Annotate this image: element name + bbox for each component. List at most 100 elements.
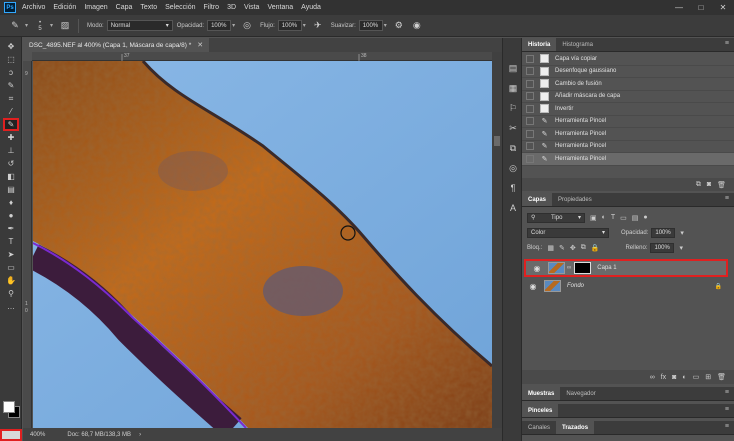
menu-vista[interactable]: Vista xyxy=(244,4,259,11)
snapshot-checkbox[interactable] xyxy=(526,92,534,101)
brush-tool[interactable]: ✎ xyxy=(3,118,19,131)
history-item[interactable]: ✎ Herramienta Pincel xyxy=(522,116,734,128)
healing-tool[interactable]: ✚ xyxy=(3,131,19,144)
tab-capas[interactable]: Capas xyxy=(522,193,553,206)
more-tools[interactable]: … xyxy=(3,300,19,313)
smoothing-field[interactable]: 100% xyxy=(358,20,383,31)
vertical-scrollbar[interactable] xyxy=(492,52,502,428)
chevron-down-icon[interactable]: ▾ xyxy=(50,22,53,29)
mode-select[interactable]: Normal ▾ xyxy=(106,20,173,31)
menu-texto[interactable]: Texto xyxy=(140,4,157,11)
foreground-color-swatch[interactable] xyxy=(3,401,15,413)
eye-icon[interactable]: ◉ xyxy=(526,282,540,291)
tab-muestras[interactable]: Muestras xyxy=(522,387,561,400)
brush-settings-icon[interactable]: ▨ xyxy=(58,19,72,33)
shape-tool[interactable]: ▭ xyxy=(3,261,19,274)
scissors-icon[interactable]: ✂ xyxy=(503,118,523,138)
history-brush-tool[interactable]: ↺ xyxy=(3,157,19,170)
snapshot-checkbox[interactable] xyxy=(526,104,534,113)
blur-tool[interactable]: ♦ xyxy=(3,196,19,209)
filter-toggle-icon[interactable]: ● xyxy=(643,214,647,221)
eyedropper-tool[interactable]: ⁄ xyxy=(3,105,19,118)
zoom-tool[interactable]: ⚲ xyxy=(3,287,19,300)
tab-histograma[interactable]: Histograma xyxy=(556,38,599,51)
snapshot-checkbox[interactable] xyxy=(526,142,534,151)
panel-menu-icon[interactable]: ≡ xyxy=(725,389,729,396)
history-item[interactable]: Desenfoque gaussiano xyxy=(522,66,734,78)
scrollbar-thumb[interactable] xyxy=(494,136,500,146)
panel-menu-icon[interactable]: ≡ xyxy=(725,423,729,430)
layer-mask-thumbnail[interactable] xyxy=(574,262,592,274)
fx-icon[interactable]: fx xyxy=(661,374,666,381)
blend-mode-select[interactable]: Color ▾ xyxy=(527,227,609,238)
gear-icon[interactable]: ⚙ xyxy=(392,19,406,33)
history-item[interactable]: Cambio de fusión xyxy=(522,78,734,91)
layer-opacity-field[interactable]: 100% xyxy=(651,227,676,238)
snapshot-checkbox[interactable] xyxy=(526,117,534,126)
add-mask-icon[interactable]: ◙ xyxy=(672,374,676,381)
menu-ayuda[interactable]: Ayuda xyxy=(301,4,321,11)
tab-historia[interactable]: Historia xyxy=(522,38,557,51)
menu-3d[interactable]: 3D xyxy=(227,4,236,11)
history-item[interactable]: ✎ Herramienta Pincel xyxy=(522,141,734,153)
menu-edicion[interactable]: Edición xyxy=(53,4,76,11)
layer-row-selected[interactable]: ◉ ∞ Capa 1 xyxy=(524,259,728,277)
tab-propiedades[interactable]: Propiedades xyxy=(552,193,598,206)
flow-field[interactable]: 100% xyxy=(277,20,302,31)
airbrush-icon[interactable]: ✈ xyxy=(311,19,325,33)
menu-capa[interactable]: Capa xyxy=(116,4,133,11)
clone-stamp-tool[interactable]: ⊥ xyxy=(3,144,19,157)
opacity-field[interactable]: 100% xyxy=(207,20,232,31)
histogram-icon[interactable]: ▦ xyxy=(503,78,523,98)
layer-row[interactable]: ◉ Fondo 🔒 xyxy=(522,277,734,295)
document-canvas[interactable] xyxy=(33,61,492,428)
snapshot-checkbox[interactable] xyxy=(526,129,534,138)
close-button[interactable]: ✕ xyxy=(712,0,734,15)
panel-menu-icon[interactable]: ≡ xyxy=(725,406,729,413)
hand-tool[interactable]: ✋ xyxy=(3,274,19,287)
panel-menu-icon[interactable]: ≡ xyxy=(725,40,729,47)
tab-canales[interactable]: Canales xyxy=(522,421,556,434)
move-tool[interactable]: ✥ xyxy=(3,40,19,53)
pen-tool[interactable]: ✒ xyxy=(3,222,19,235)
pressure-opacity-icon[interactable]: ◎ xyxy=(240,19,254,33)
snapshot-checkbox[interactable] xyxy=(526,54,534,63)
eye-icon[interactable]: ◉ xyxy=(530,264,544,273)
close-icon[interactable]: ✕ xyxy=(197,41,203,49)
document-tab[interactable]: DSC_4895.NEF al 400% (Capa 1, Máscara de… xyxy=(23,38,210,52)
marquee-tool[interactable]: ⬚ xyxy=(3,53,19,66)
type-filter-icon[interactable]: T xyxy=(611,214,615,221)
new-document-from-state-icon[interactable]: ⧉ xyxy=(696,181,701,189)
adjustment-filter-icon[interactable]: ◐ xyxy=(602,214,606,221)
tab-pinceles[interactable]: Pinceles xyxy=(522,404,559,417)
chevron-down-icon[interactable]: ▾ xyxy=(679,244,683,252)
chevron-down-icon[interactable]: ▾ xyxy=(25,22,28,29)
camera-icon[interactable]: ◙ xyxy=(707,181,711,188)
tab-navegador[interactable]: Navegador xyxy=(560,387,601,400)
history-icon[interactable]: ▤ xyxy=(503,58,523,78)
lock-position-icon[interactable]: ✥ xyxy=(570,244,576,252)
crop-tool[interactable]: ⌗ xyxy=(3,92,19,105)
menu-archivo[interactable]: Archivo xyxy=(22,4,45,11)
artboard-icon[interactable]: ⧉ xyxy=(581,244,586,252)
layer-comps-icon[interactable]: ⧉ xyxy=(503,138,523,158)
link-layers-icon[interactable]: ∞ xyxy=(650,374,655,381)
menu-seleccion[interactable]: Selección xyxy=(165,4,195,11)
layer-filter-select[interactable]: ⚲ Tipo ▾ xyxy=(527,212,585,223)
zoom-level[interactable]: 400% xyxy=(30,432,45,438)
history-item[interactable]: Invertir xyxy=(522,103,734,116)
chevron-down-icon[interactable]: ▾ xyxy=(303,22,306,29)
paragraph-icon[interactable]: ¶ xyxy=(503,178,523,198)
brush-preset-icon[interactable]: ✎ xyxy=(8,19,22,33)
fill-field[interactable]: 100% xyxy=(650,242,675,253)
history-item[interactable]: Capa vía copiar xyxy=(522,53,734,66)
brush-size-picker[interactable]: • 5 xyxy=(33,19,47,33)
lasso-tool[interactable]: ↄ xyxy=(3,66,19,79)
menu-imagen[interactable]: Imagen xyxy=(84,4,107,11)
pixel-filter-icon[interactable]: ▣ xyxy=(590,214,597,222)
type-tool[interactable]: T xyxy=(3,235,19,248)
actions-icon[interactable]: ⚐ xyxy=(503,98,523,118)
panel-menu-icon[interactable]: ≡ xyxy=(725,195,729,202)
snapshot-checkbox[interactable] xyxy=(526,154,534,163)
link-icon[interactable]: ∞ xyxy=(567,265,571,271)
